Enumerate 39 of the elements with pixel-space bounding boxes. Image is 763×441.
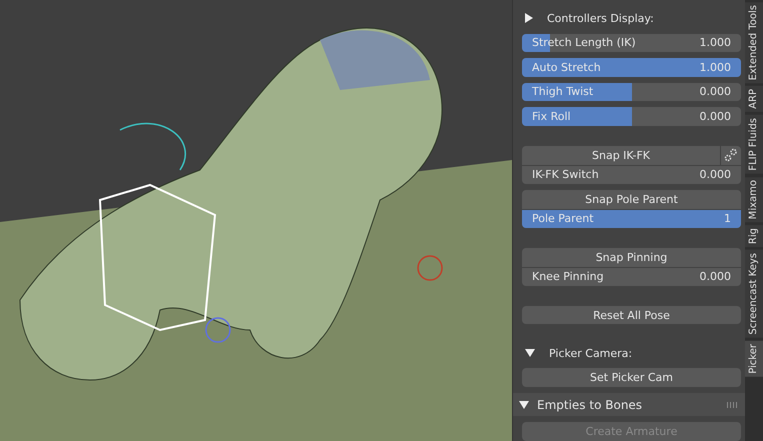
sidebar-tab[interactable]: Picker [745,340,763,377]
gears-icon[interactable] [721,146,741,165]
slider-value: 1.000 [700,36,731,50]
action-button[interactable]: Set Picker Cam [522,368,741,388]
action-button[interactable]: Snap Pinning [522,248,741,267]
slider-label: Pole Parent [532,212,594,226]
expanded-triangle-icon[interactable] [525,349,535,358]
slider-value: 0.000 [700,168,731,182]
sidebar-tab[interactable]: FLIP Fluids [745,115,763,174]
slider-value: 0.000 [700,270,731,284]
slider-label: Knee Pinning [532,270,604,284]
slider-field[interactable]: Fix Roll 0.000 [522,107,741,126]
action-button[interactable]: Snap IK-FK [522,146,720,165]
sidebar-tab[interactable]: Screencast Keys [745,250,763,338]
slider-label: Auto Stretch [532,60,601,74]
slider-value: 1 [724,212,731,226]
sidebar-tab[interactable]: Mixamo [745,176,763,222]
slider-value: 0.000 [700,85,731,98]
slider-field[interactable]: Pole Parent 1 [522,210,741,228]
section-label: Picker Camera: [549,346,632,360]
slider-value: 1.000 [700,60,731,74]
action-button[interactable]: Reset All Pose [522,306,741,324]
slider-label: Thigh Twist [532,85,594,98]
slider-field[interactable]: Thigh Twist 0.000 [522,82,741,102]
subpanel-title: Empties to Bones [537,398,642,412]
sidebar-tab[interactable]: Rig [745,225,763,248]
action-button[interactable]: Snap Pole Parent [522,190,741,209]
sidebar-tab[interactable]: Extended Tools [745,2,763,84]
expanded-triangle-icon[interactable] [519,400,529,409]
slider-label: Fix Roll [532,110,571,124]
slider-label: IK-FK Switch [532,168,599,182]
slider-value: 0.000 [700,110,731,124]
collapsed-triangle-icon[interactable] [525,13,533,24]
section-label: Controllers Display: [547,12,654,25]
slider-field[interactable]: Knee Pinning 0.000 [522,268,741,286]
slider-field[interactable]: IK-FK Switch 0.000 [522,166,741,184]
slider-field[interactable]: Auto Stretch 1.000 [522,58,741,77]
subpanel-header[interactable]: Empties to Bones [513,393,745,416]
sidebar-tab[interactable]: ARP [745,86,763,112]
